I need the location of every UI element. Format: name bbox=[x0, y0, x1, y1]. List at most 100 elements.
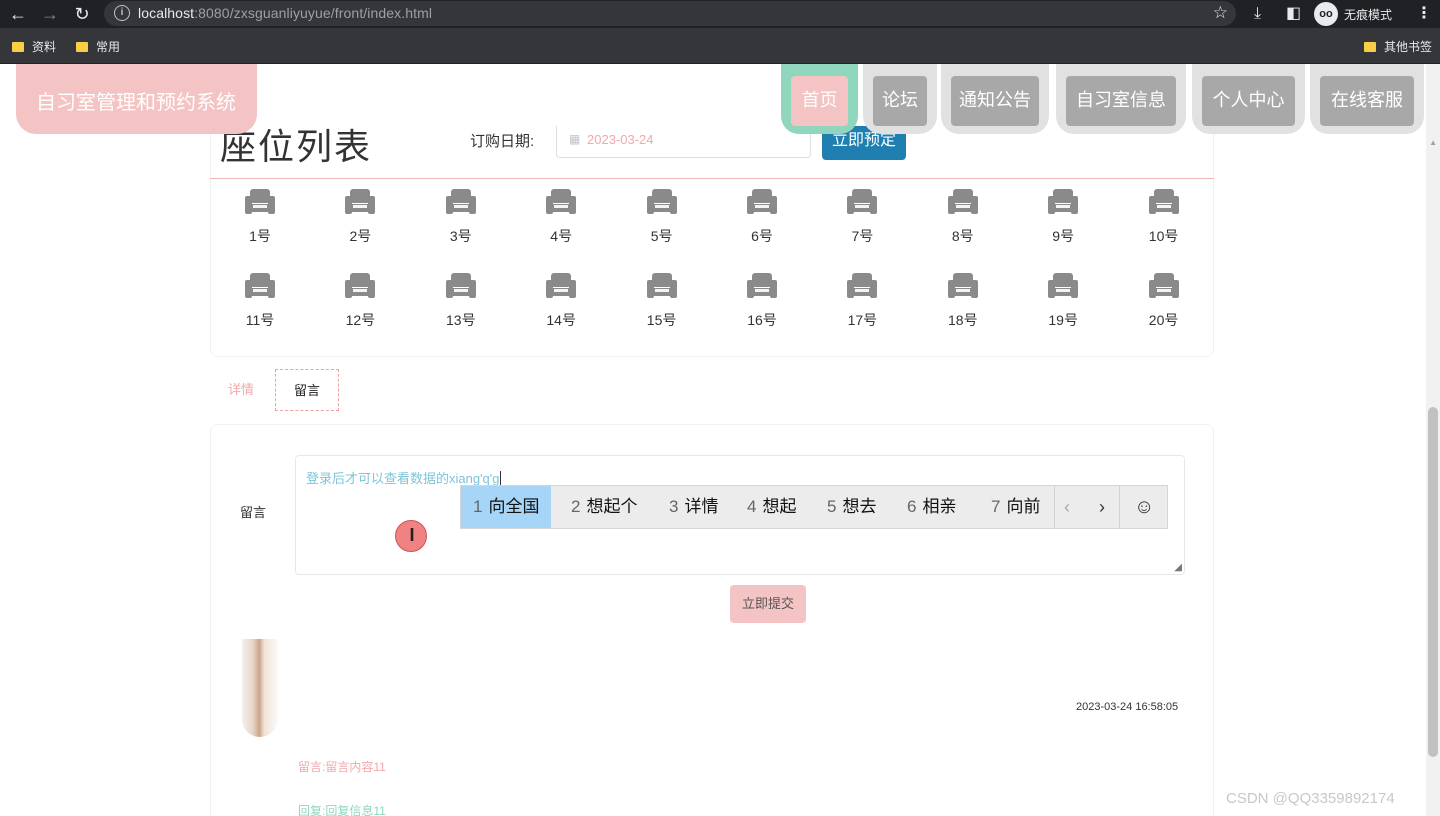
seat-icon bbox=[933, 188, 993, 216]
seat-item[interactable]: 16号 bbox=[732, 272, 792, 342]
seat-icon bbox=[632, 272, 692, 300]
nav-item-label: 在线客服 bbox=[1320, 76, 1414, 126]
ime-candidate-2[interactable]: 2 想起个 bbox=[571, 486, 637, 528]
ime-candidate-1[interactable]: 1 向全国 bbox=[461, 486, 552, 528]
nav-item-label: 通知公告 bbox=[951, 76, 1039, 126]
other-bookmarks[interactable]: 其他书签 bbox=[1364, 38, 1432, 55]
seat-label: 18号 bbox=[948, 312, 978, 328]
seat-item[interactable]: 18号 bbox=[933, 272, 993, 342]
seat-item[interactable]: 4号 bbox=[531, 188, 591, 258]
seat-label: 11号 bbox=[245, 312, 275, 328]
side-panel-icon[interactable]: ◧ bbox=[1286, 2, 1301, 26]
menu-icon[interactable]: ⋮ bbox=[1416, 2, 1432, 26]
seat-icon bbox=[732, 272, 792, 300]
ime-candidate-5[interactable]: 5 想去 bbox=[827, 486, 876, 528]
page-content: 座位列表 订购日期: ▦ 2023-03-24 立即预定 1号 2号 3号 4号 5号 6… bbox=[0, 64, 1440, 816]
watermark: CSDN @QQ3359892174 bbox=[1226, 790, 1395, 807]
seat-item[interactable]: 17号 bbox=[832, 272, 892, 342]
seat-item[interactable]: 11号 bbox=[230, 272, 290, 342]
ime-candidate-bar: 1 向全国 2 想起个 3 详情 4 想起 5 想去 6 相亲 7 向前 ‹ › ☺ bbox=[460, 485, 1168, 529]
reload-icon[interactable]: ↻ bbox=[70, 2, 94, 26]
seat-icon bbox=[431, 188, 491, 216]
resize-handle-icon[interactable]: ◢ bbox=[1174, 562, 1182, 573]
ime-candidate-4[interactable]: 4 想起 bbox=[747, 486, 796, 528]
seat-item[interactable]: 3号 bbox=[431, 188, 491, 258]
seat-label: 3号 bbox=[449, 228, 472, 244]
tab-detail[interactable]: 详情 bbox=[218, 369, 264, 411]
seat-item[interactable]: 14号 bbox=[531, 272, 591, 342]
ime-separator bbox=[1119, 486, 1120, 528]
ime-candidate-6[interactable]: 6 相亲 bbox=[907, 486, 956, 528]
nav-item-label: 自习室信息 bbox=[1066, 76, 1176, 126]
seat-label: 13号 bbox=[446, 312, 476, 328]
seat-item[interactable]: 19号 bbox=[1033, 272, 1093, 342]
tab-message[interactable]: 留言 bbox=[275, 369, 339, 411]
seat-item[interactable]: 10号 bbox=[1134, 188, 1194, 258]
seat-label: 10号 bbox=[1148, 228, 1179, 244]
seat-icon bbox=[330, 188, 390, 216]
ime-next-page-icon[interactable]: › bbox=[1099, 486, 1105, 528]
date-label: 订购日期: bbox=[470, 133, 535, 150]
ime-separator bbox=[1054, 486, 1055, 528]
seat-label: 1号 bbox=[249, 228, 271, 244]
ime-candidate-3[interactable]: 3 详情 bbox=[669, 486, 718, 528]
seat-icon bbox=[330, 272, 390, 300]
scrollbar-thumb[interactable] bbox=[1428, 407, 1438, 757]
site-info-icon[interactable]: i bbox=[114, 5, 130, 21]
folder-icon bbox=[1364, 42, 1376, 52]
seat-item[interactable]: 20号 bbox=[1134, 272, 1194, 342]
seat-icon bbox=[1033, 188, 1093, 216]
ime-candidate-7[interactable]: 7 向前 bbox=[991, 486, 1040, 528]
nav-item-3[interactable]: 自习室信息 bbox=[1056, 64, 1186, 134]
seat-icon bbox=[832, 272, 892, 300]
seat-label: 15号 bbox=[646, 312, 677, 328]
seat-label: 17号 bbox=[847, 312, 878, 328]
seat-icon bbox=[732, 188, 792, 216]
seat-item[interactable]: 13号 bbox=[431, 272, 491, 342]
nav-item-4[interactable]: 个人中心 bbox=[1192, 64, 1305, 134]
seat-icon bbox=[632, 188, 692, 216]
seat-item[interactable]: 1号 bbox=[230, 188, 290, 258]
site-logo[interactable]: 自习室管理和预约系统 bbox=[16, 64, 257, 134]
seat-label: 9号 bbox=[1052, 228, 1075, 244]
seat-item[interactable]: 2号 bbox=[330, 188, 390, 258]
seat-icon bbox=[230, 272, 290, 300]
divider bbox=[210, 178, 1214, 179]
forward-icon[interactable]: → bbox=[38, 2, 62, 26]
download-icon[interactable]: ⤓ bbox=[1254, 2, 1261, 26]
seat-item[interactable]: 6号 bbox=[732, 188, 792, 258]
browser-toolbar: ← → ↻ i localhost:8080/zxsguanliyuyue/fr… bbox=[0, 0, 1440, 28]
address-bar[interactable]: i localhost:8080/zxsguanliyuyue/front/in… bbox=[104, 1, 1236, 26]
url-text[interactable]: localhost:8080/zxsguanliyuyue/front/inde… bbox=[138, 5, 432, 21]
seat-item[interactable]: 7号 bbox=[832, 188, 892, 258]
bookmark-folder-常用[interactable]: 常用 bbox=[76, 38, 120, 55]
nav-item-label: 首页 bbox=[791, 76, 848, 126]
seat-label: 16号 bbox=[747, 312, 777, 328]
seat-item[interactable]: 15号 bbox=[632, 272, 692, 342]
bookmark-folder-资料[interactable]: 资料 bbox=[12, 38, 56, 55]
nav-item-label: 个人中心 bbox=[1202, 76, 1295, 126]
nav-item-1[interactable]: 论坛 bbox=[863, 64, 937, 134]
date-value: 2023-03-24 bbox=[587, 132, 654, 147]
scrollbar[interactable]: ▲ bbox=[1426, 64, 1440, 816]
seat-item[interactable]: 5号 bbox=[632, 188, 692, 258]
date-picker[interactable]: ▦ 2023-03-24 bbox=[556, 126, 811, 158]
reply-text: 回复:回复信息11 bbox=[298, 804, 386, 816]
seat-item[interactable]: 12号 bbox=[330, 272, 390, 342]
submit-button[interactable]: 立即提交 bbox=[730, 585, 806, 623]
seat-label: 4号 bbox=[550, 228, 573, 244]
nav-item-5[interactable]: 在线客服 bbox=[1310, 64, 1424, 134]
nav-item-2[interactable]: 通知公告 bbox=[941, 64, 1049, 134]
folder-icon bbox=[12, 42, 24, 52]
seat-item[interactable]: 9号 bbox=[1033, 188, 1093, 258]
ime-prev-page-icon[interactable]: ‹ bbox=[1064, 486, 1070, 528]
seat-item[interactable]: 8号 bbox=[933, 188, 993, 258]
incognito-icon[interactable]: oo bbox=[1314, 2, 1338, 26]
back-icon[interactable]: ← bbox=[6, 2, 30, 26]
ime-emoji-icon[interactable]: ☺ bbox=[1134, 486, 1154, 528]
comment-timestamp: 2023-03-24 16:58:05 bbox=[1076, 701, 1179, 713]
scroll-up-arrow-icon[interactable]: ▲ bbox=[1429, 138, 1437, 147]
bookmark-star-icon[interactable]: ☆ bbox=[1213, 3, 1228, 23]
calendar-icon: ▦ bbox=[569, 132, 581, 146]
nav-item-0[interactable]: 首页 bbox=[781, 64, 858, 134]
